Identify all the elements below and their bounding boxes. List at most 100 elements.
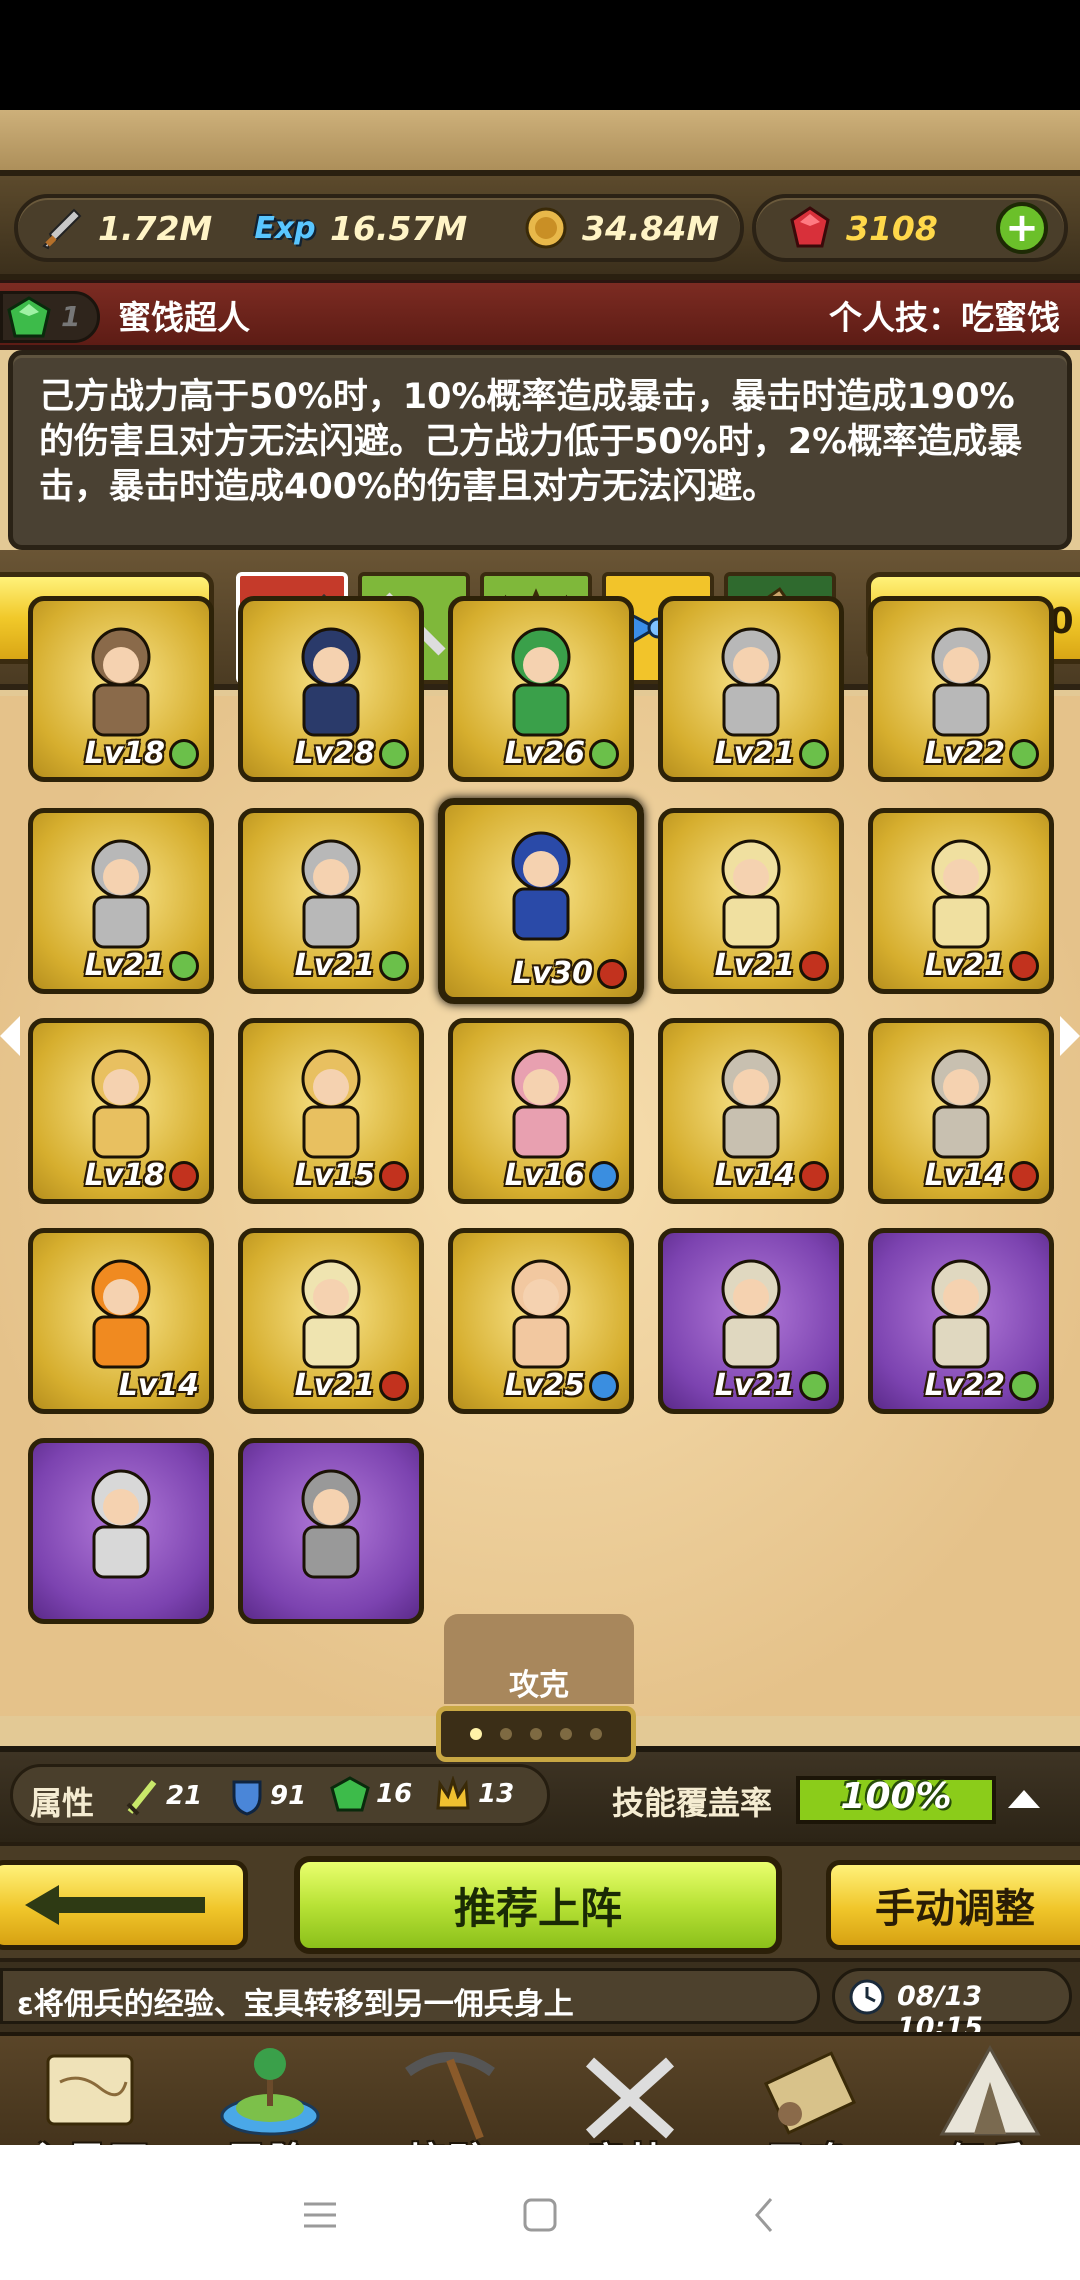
scroll-right-arrow[interactable] [1060,1016,1080,1056]
expand-arrow-icon[interactable] [1008,1790,1040,1808]
mercenary-card[interactable]: Lv30 [438,798,644,1004]
page-dot[interactable] [590,1728,602,1740]
mercenary-card[interactable]: Lv18 [28,596,214,782]
gem-level: 1 [61,300,81,333]
page-dot[interactable] [530,1728,542,1740]
crossed-swords-icon [570,2042,690,2142]
info-row: ε将佣兵的经验、宝具转移到另一佣兵身上 08/13 10:15 [0,1962,1080,2043]
mercenary-level: Lv21 [925,948,1039,983]
island-icon [210,2042,330,2142]
mercenary-portrait [486,819,596,949]
mercenary-level: Lv14 [119,1368,199,1403]
back-button[interactable] [0,1860,248,1950]
manual-adjust-button[interactable]: 手动调整 [826,1860,1080,1950]
mercenary-card[interactable]: Lv14 [868,1018,1054,1204]
green-status-icon [1009,1370,1039,1401]
gem-value: 3108 [846,208,938,248]
mercenary-level: Lv16 [505,1158,619,1193]
nav-item[interactable]: 竞技 [540,2042,720,2145]
nav-item[interactable]: 冒险 [180,2042,360,2145]
mercenary-level: Lv21 [715,948,829,983]
shield-attr-icon [232,1780,262,1816]
nav-item[interactable]: 挖矿 [360,2042,540,2145]
attack-tab-label: 攻克 [509,1668,569,1703]
nav-label: 冒险 [180,2132,360,2145]
green-status-icon [379,950,409,981]
mercenary-card[interactable]: Lv22 [868,596,1054,782]
mercenary-card[interactable] [28,1438,214,1624]
clock-icon [849,1979,885,2015]
menu-icon[interactable] [290,2185,350,2245]
nav-item[interactable]: 主界面 [0,2042,180,2145]
level-text: Lv21 [714,948,795,983]
mercenary-portrait [66,1247,176,1377]
page-dot[interactable] [470,1728,482,1740]
left-arrow-icon [25,1885,205,1925]
mercenary-portrait [486,1247,596,1377]
mercenary-level: Lv18 [85,1158,199,1193]
personal-skill: 个人技：吃蜜饯 [829,298,1060,337]
ruby-icon [784,202,836,254]
blue-status-icon [589,1370,619,1401]
level-text: Lv30 [512,956,593,991]
skill-title-bar: 1 蜜饯超人 个人技：吃蜜饯 [0,280,1080,350]
mercenary-portrait [276,1037,386,1167]
nav-item[interactable]: 佣兵 [900,2042,1080,2145]
mercenary-portrait [696,1247,806,1377]
red-status-icon [799,1160,829,1191]
page-dot[interactable] [560,1728,572,1740]
shield-attribute: 91 [230,1776,306,1816]
mercenary-card[interactable]: Lv14 [28,1228,214,1414]
mercenary-card[interactable]: Lv21 [868,808,1054,994]
nav-item[interactable]: 召唤 [720,2042,900,2145]
mercenary-portrait [906,1247,1016,1377]
add-gems-button[interactable]: + [996,202,1048,254]
mercenary-card[interactable]: Lv28 [238,596,424,782]
mercenary-portrait [906,615,1016,745]
mercenary-card[interactable]: Lv14 [658,1018,844,1204]
mercenary-card[interactable]: Lv26 [448,596,634,782]
attack-resource: 1.72M [36,200,212,256]
gold-coin-icon [520,202,572,254]
red-status-icon [379,1160,409,1191]
green-status-icon [799,1370,829,1401]
status-bar [0,0,1080,110]
red-status-icon [597,958,627,989]
tent-icon [930,2042,1050,2142]
scroll-left-arrow[interactable] [0,1016,20,1056]
home-icon[interactable] [510,2185,570,2245]
mercenary-level: Lv14 [925,1158,1039,1193]
exp-label: Exp [254,210,316,246]
blue-status-icon [589,1160,619,1191]
mercenary-level: Lv22 [925,1368,1039,1403]
level-text: Lv21 [294,1368,375,1403]
mercenary-card[interactable]: Lv21 [658,808,844,994]
green-status-icon [799,738,829,769]
mercenary-level: Lv21 [295,1368,409,1403]
mercenary-card[interactable]: Lv22 [868,1228,1054,1414]
green-gem-attr-icon [330,1776,370,1812]
mercenary-portrait [906,827,1016,957]
mercenary-card[interactable] [238,1438,424,1624]
mercenary-card[interactable]: Lv15 [238,1018,424,1204]
tip-text: ε将佣兵的经验、宝具转移到另一佣兵身上 [17,1987,574,2022]
level-text: Lv21 [714,736,795,771]
page-dot[interactable] [500,1728,512,1740]
mercenary-card[interactable]: Lv25 [448,1228,634,1414]
mercenary-card[interactable]: Lv21 [238,808,424,994]
system-nav-bar [0,2145,1080,2280]
mercenary-card[interactable]: Lv21 [28,808,214,994]
mercenary-portrait [276,827,386,957]
mercenary-card[interactable]: Lv21 [658,1228,844,1414]
attack-tab[interactable]: 攻克 [444,1614,634,1704]
level-text: Lv18 [84,1158,165,1193]
recommend-deploy-button[interactable]: 推荐上阵 [294,1856,782,1954]
mercenary-portrait [696,827,806,957]
mercenary-portrait [276,1457,386,1587]
clock-pill: 08/13 10:15 [832,1968,1072,2043]
mercenary-card[interactable]: Lv21 [658,596,844,782]
back-nav-icon[interactable] [734,2185,794,2245]
mercenary-card[interactable]: Lv18 [28,1018,214,1204]
mercenary-card[interactable]: Lv16 [448,1018,634,1204]
mercenary-card[interactable]: Lv21 [238,1228,424,1414]
